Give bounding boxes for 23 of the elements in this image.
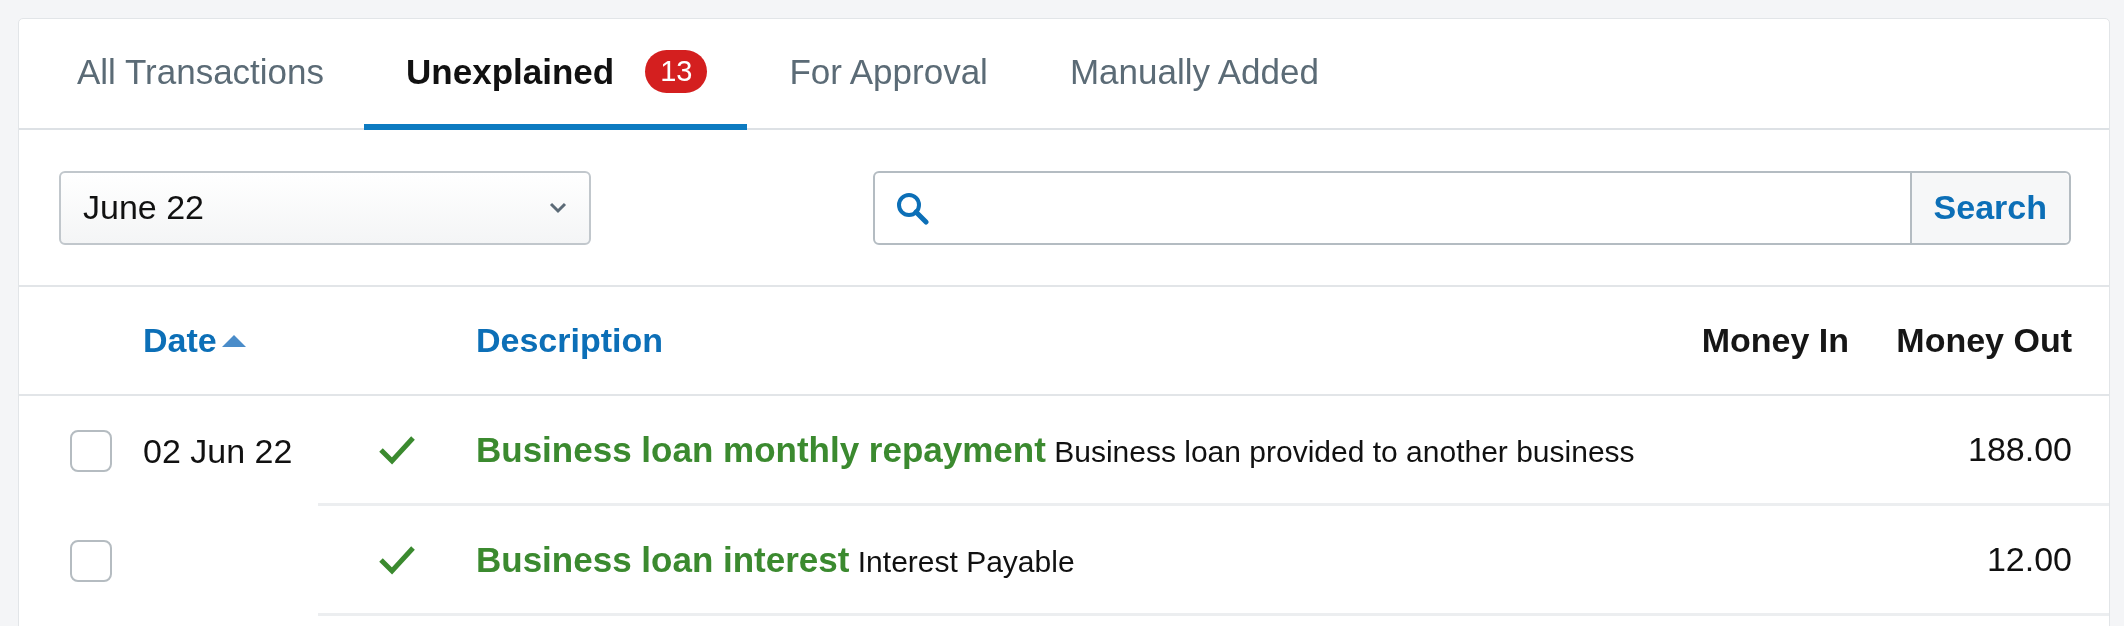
date-header[interactable]: Date [143, 321, 217, 360]
period-dropdown[interactable]: June 22 [59, 170, 591, 245]
search-button[interactable]: Search [1909, 172, 2069, 243]
checkbox[interactable] [70, 540, 112, 582]
checkbox[interactable] [70, 430, 112, 472]
tab[interactable]: For Approval [747, 19, 1028, 130]
amount-text: 12.00 [1986, 540, 2072, 579]
tab[interactable]: All Transactions [35, 19, 365, 130]
description-header[interactable]: Description [476, 321, 664, 360]
money-in-header: Money In [1701, 321, 1849, 360]
count-badge: 13 [645, 50, 708, 93]
transaction-description: Business loan monthly repayment Business loan provided to another business [476, 429, 1635, 470]
tab[interactable]: Manually Added [1027, 19, 1359, 130]
money-out-header: Money Out [1896, 321, 2072, 360]
search-field[interactable]: Search [873, 170, 2071, 245]
transaction-link[interactable]: Business loan monthly repayment [476, 429, 1046, 469]
amount-text: 188.00 [1968, 430, 2072, 469]
chevron-down-icon [549, 201, 567, 214]
date-text: 02 Jun 22 [143, 431, 293, 471]
search-icon [895, 190, 929, 225]
tab[interactable]: Unexplained 13 [364, 19, 748, 130]
transaction-link[interactable]: Business loan interest [476, 539, 850, 579]
transaction-description: Business loan interest Interest Payable [476, 539, 1075, 580]
